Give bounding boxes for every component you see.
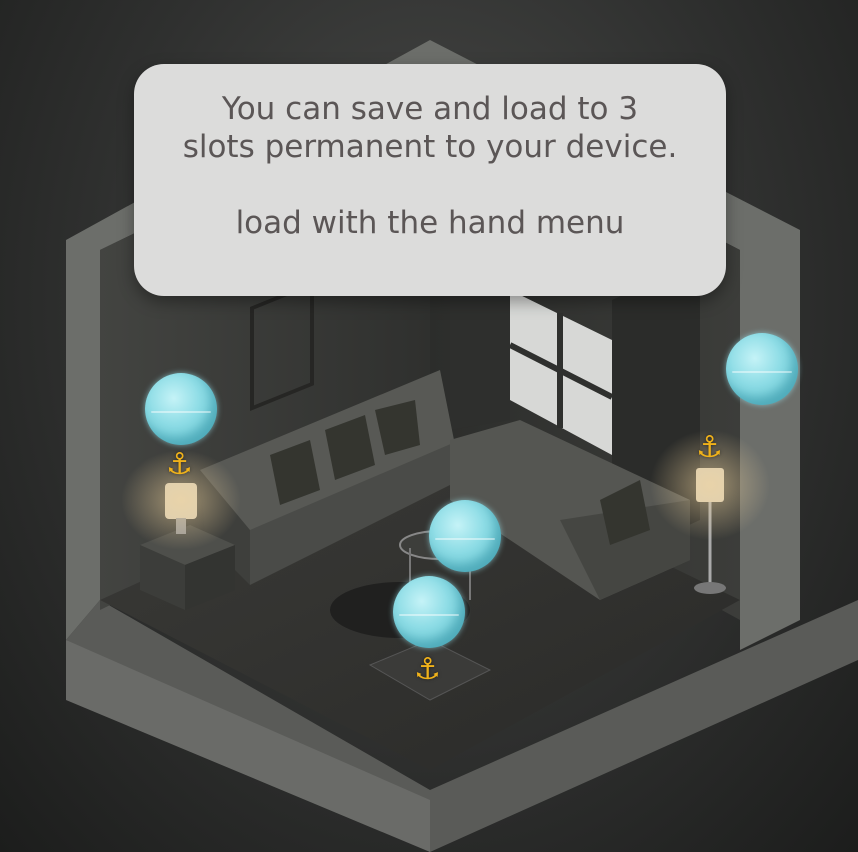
interaction-orb-lamp-right[interactable]	[726, 333, 798, 405]
interaction-orb-floor[interactable]	[393, 576, 465, 648]
tooltip-spacer	[134, 166, 726, 204]
anchor-icon: ⚓	[696, 430, 723, 465]
anchor-icon: ⚓	[166, 447, 193, 482]
tooltip-line-2: slots permanent to your device.	[182, 129, 678, 165]
interaction-orb-coffee-table[interactable]	[429, 500, 501, 572]
tutorial-tooltip: You can save and load to 3 slots permane…	[134, 64, 726, 296]
tooltip-line-1: You can save and load to 3	[221, 91, 639, 127]
interaction-orb-lamp-left[interactable]	[145, 373, 217, 445]
tooltip-line-3: load with the hand menu	[235, 205, 625, 241]
anchor-icon: ⚓	[414, 652, 441, 687]
